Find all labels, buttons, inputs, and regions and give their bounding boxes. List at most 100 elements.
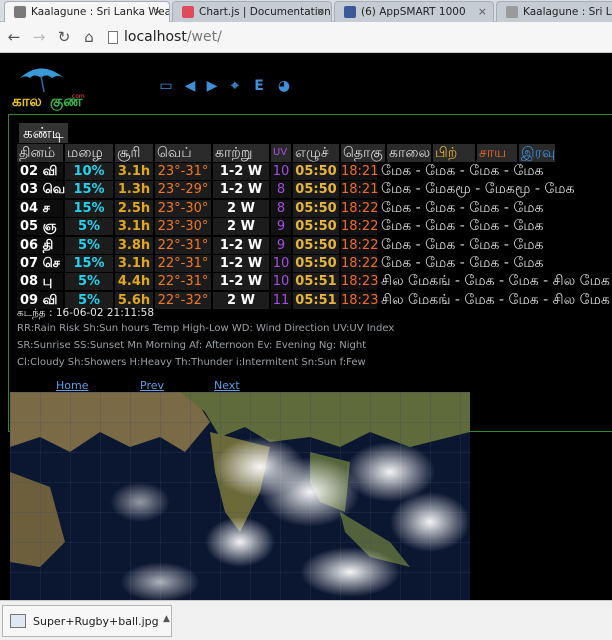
cell-forecast: மேக - மேகமூ - மேகமூ - மேக (381, 181, 575, 198)
cell-sun-hours: 3.1h (115, 255, 153, 272)
header-morning: காலை (387, 144, 431, 162)
close-tab-icon[interactable]: × (478, 5, 487, 18)
cell-rain-risk: 10% (65, 163, 113, 180)
prev-arrow-icon[interactable]: ◀ (182, 78, 198, 94)
next-arrow-icon[interactable]: ▶ (204, 78, 220, 94)
cell-forecast: சில மேகங் - மேக - மேக - சில மேக (381, 291, 610, 308)
facebook-favicon-icon (344, 6, 356, 18)
download-filename: Super+Rugby+ball.jpg (33, 615, 159, 628)
cell-rain-risk: 5% (65, 273, 113, 291)
browser-tab-1[interactable]: Kaalagune : Sri Lanka Wea × (4, 1, 170, 22)
cell-sunrise: 05:51 (293, 273, 339, 291)
satellite-map-icon (10, 392, 470, 600)
page-icon (108, 31, 118, 44)
cell-uv-index: 8 (271, 181, 291, 199)
browser-tab-4[interactable]: Kaalagune : Sri Lanka (496, 1, 612, 22)
cell-sunset: 18:22 (341, 218, 379, 236)
reload-icon[interactable]: ↻ (55, 28, 73, 46)
cell-sun-hours: 3.1h (115, 163, 153, 180)
close-tab-icon[interactable]: × (316, 5, 325, 18)
site-logo[interactable]: கால குண .com (10, 62, 86, 112)
cell-sunrise: 05:50 (293, 199, 339, 217)
cell-wind: 1-2 W (213, 181, 269, 199)
cell-sun-hours: 1.3h (115, 181, 153, 199)
dashboard-icon[interactable]: ◕ (276, 78, 292, 94)
map-pin-icon[interactable]: ⌖ (227, 78, 243, 94)
cell-temperature: 23°-30° (155, 218, 211, 236)
tab-title: (6) AppSMART 1000 (361, 6, 466, 18)
cell-sunset: 18:21 (341, 163, 379, 180)
header-afternoon: பிற் (433, 144, 475, 162)
back-arrow-icon[interactable]: ← (5, 28, 23, 46)
cell-wind: 2 W (213, 199, 269, 217)
next-link[interactable]: Next (214, 379, 240, 392)
address-bar[interactable]: localhost/wet/ (108, 27, 608, 48)
header-night: இரவு (519, 144, 556, 162)
cell-temperature: 22°-31° (155, 236, 211, 254)
english-toggle-icon[interactable]: E (251, 78, 267, 94)
cell-temperature: 23°-29° (155, 181, 211, 199)
legend-line-3: Cl:Cloudy Sh:Showers H:Heavy Th:Thunder … (17, 357, 366, 368)
home-link[interactable]: Home (56, 379, 88, 392)
browser-tab-2[interactable]: Chart.js | Documentation × (172, 1, 332, 22)
cell-uv-index: 10 (271, 255, 291, 272)
cell-sunset: 18:22 (341, 255, 379, 272)
cell-wind: 2 W (213, 291, 269, 309)
header-sunrise: எழுச் (293, 144, 339, 162)
browser-tab-bar: Kaalagune : Sri Lanka Wea × Chart.js | D… (0, 0, 612, 22)
page-favicon-icon (14, 6, 26, 18)
prev-link[interactable]: Prev (140, 379, 164, 392)
cell-sunset: 18:22 (341, 236, 379, 254)
cell-sunrise: 05:50 (293, 218, 339, 236)
home-icon[interactable]: ⌂ (80, 28, 98, 46)
close-tab-icon[interactable]: × (154, 5, 163, 18)
cell-rain-risk: 15% (65, 199, 113, 217)
url-path: /wet/ (186, 29, 222, 45)
header-summary: தொகு (341, 144, 385, 162)
cell-sunset: 18:21 (341, 181, 379, 199)
cell-rain-risk: 5% (65, 218, 113, 236)
download-menu-icon[interactable]: ▲ (163, 614, 170, 624)
cell-sun-hours: 3.8h (115, 236, 153, 254)
header-day: தினம் (17, 144, 63, 162)
cell-sun-hours: 4.4h (115, 273, 153, 291)
cell-temperature: 23°-31° (155, 163, 211, 180)
cell-day: 05 ஞ (17, 218, 63, 236)
cell-day: 06 தி (17, 236, 63, 254)
cell-rain-risk: 15% (65, 255, 113, 272)
header-sun: சூரி (115, 144, 153, 162)
cell-day: 08 பு (17, 273, 63, 291)
cell-forecast: மேக - மேக - மேக - மேக (381, 199, 544, 216)
cell-sun-hours: 3.1h (115, 218, 153, 236)
header-uv: UV (271, 144, 291, 162)
cell-sunset: 18:23 (341, 273, 379, 291)
cell-temperature: 22°-31° (155, 255, 211, 272)
cell-day: 02 வி (17, 163, 63, 180)
chart-icon[interactable]: ▭ (158, 78, 174, 94)
page-favicon-icon (506, 6, 518, 18)
cell-sunrise: 05:50 (293, 236, 339, 254)
image-file-icon (10, 614, 26, 628)
svg-text:.com: .com (70, 93, 85, 100)
cell-uv-index: 9 (271, 218, 291, 236)
cell-sunset: 18:22 (341, 199, 379, 217)
browser-tab-3[interactable]: (6) AppSMART 1000 × (334, 1, 494, 22)
cell-rain-risk: 15% (65, 181, 113, 199)
cell-sunrise: 05:50 (293, 181, 339, 199)
cell-uv-index: 8 (271, 199, 291, 217)
header-temp: வெப் (155, 144, 211, 162)
download-item[interactable]: Super+Rugby+ball.jpg ▲ (2, 605, 172, 637)
cell-temperature: 22°-32° (155, 291, 211, 309)
url-host: localhost (124, 29, 187, 45)
legend-line-1: RR:Rain Risk Sh:Sun hours Temp High-Low … (17, 323, 395, 334)
cell-temperature: 23°-30° (155, 199, 211, 217)
forward-arrow-icon[interactable]: → (30, 28, 48, 46)
cell-sunrise: 05:51 (293, 291, 339, 309)
cell-sun-hours: 2.5h (115, 199, 153, 217)
chartjs-favicon-icon (182, 6, 194, 18)
cell-forecast: மேக - மேக - மேக - மேக (381, 236, 544, 253)
cell-wind: 1-2 W (213, 273, 269, 291)
cell-day: 07 செ (17, 255, 63, 272)
cell-forecast: மேக - மேக - மேக - மேக (381, 218, 544, 235)
satellite-image (10, 392, 470, 600)
